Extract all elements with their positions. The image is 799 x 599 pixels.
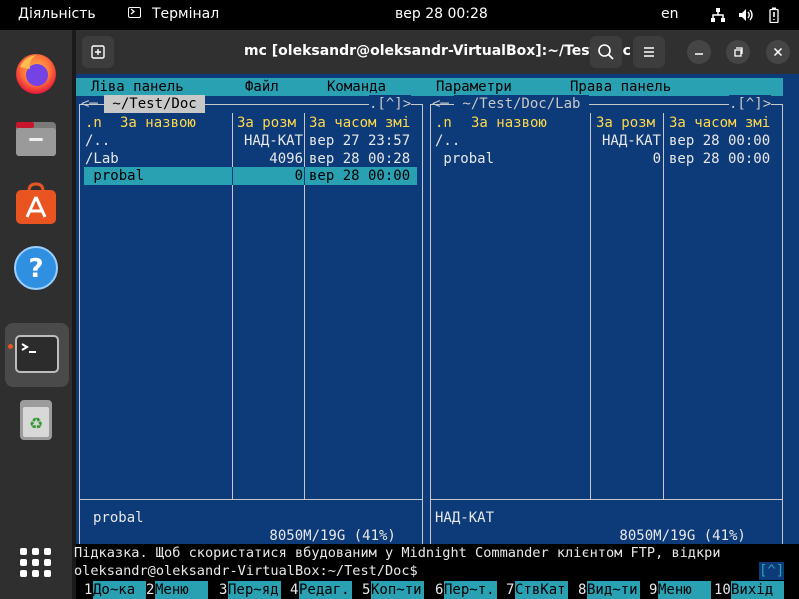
mc-menu-options[interactable]: Параметри [436, 78, 512, 96]
command-prompt[interactable]: oleksandr@oleksandr-VirtualBox:~/Test/Do… [74, 562, 418, 580]
mc-menu-command[interactable]: Команда [327, 78, 386, 96]
dock-files[interactable] [0, 106, 72, 170]
right-mini-divider [431, 499, 782, 500]
clock[interactable]: вер 28 00:28 [395, 6, 488, 22]
mc-menu-right-panel[interactable]: Права панель [570, 78, 671, 96]
dock-trash[interactable]: ♻ [0, 390, 72, 454]
app-center-icon [16, 182, 56, 224]
svg-text:♻: ♻ [29, 414, 43, 433]
file-name: /Lab [85, 151, 119, 167]
right-panel-frame [430, 104, 783, 571]
file-name: probal [85, 168, 145, 184]
right-mini-status: НАД-КАТ [435, 510, 495, 526]
right-col-size[interactable]: За розм [596, 114, 655, 132]
right-col-name[interactable]: За назвою [471, 114, 547, 132]
right-col-time[interactable]: За часом змі [669, 114, 770, 132]
file-size: 0 [652, 151, 661, 167]
file-time: вер 28 00:00 [669, 151, 771, 167]
file-name: /.. [85, 133, 111, 149]
left-panel-path[interactable]: ~/Test/Doc [104, 95, 206, 113]
terminal-app-icon [128, 7, 141, 18]
help-icon: ? [14, 246, 58, 290]
top-bar: Діяльність Термінал вер 28 00:28 en [0, 0, 799, 30]
file-name: probal [435, 151, 495, 167]
right-panel-history[interactable]: .[^]> [729, 95, 772, 113]
left-mini-status: probal [93, 510, 144, 526]
file-name: /.. [435, 133, 461, 149]
file-time: вер 28 00:28 [309, 151, 411, 167]
file-size: 4096 [269, 151, 303, 167]
dock-help[interactable]: ? [0, 236, 72, 300]
left-col-time[interactable]: За часом змі [309, 114, 410, 132]
right-col-divider-1 [590, 113, 591, 499]
right-col-n[interactable]: .n [435, 114, 452, 132]
right-col-divider-2 [663, 113, 664, 499]
left-disk-free: 8050M/19G (41%) [261, 527, 405, 545]
keyboard-layout-indicator[interactable]: en [661, 6, 679, 22]
file-size: НАД-КАТ [243, 133, 303, 149]
hint-line: Підказка. Щоб скористатися вбудованим у … [74, 545, 721, 561]
firefox-icon [16, 54, 56, 94]
file-size: НАД-КАТ [601, 133, 661, 149]
battery-icon[interactable] [766, 7, 782, 23]
show-apps-icon [20, 548, 51, 577]
terminal-icon [15, 335, 59, 373]
left-col-name[interactable]: За назвою [120, 114, 196, 132]
left-col-n[interactable]: .n [85, 114, 102, 132]
activities-button[interactable]: Діяльність [18, 6, 96, 22]
app-menu-label: Термінал [152, 6, 220, 22]
file-time: вер 27 23:57 [309, 133, 411, 149]
files-icon [16, 122, 56, 156]
dock-terminal[interactable] [5, 323, 69, 387]
terminal-window: mc [oleksandr@oleksandr-VirtualBox]:~/Te… [74, 30, 799, 599]
dock-firefox[interactable] [0, 41, 72, 105]
prompt-history-button[interactable]: [^] [759, 562, 785, 580]
network-icon[interactable] [710, 7, 726, 23]
terminal-body[interactable]: Ліва панель Файл Команда Параметри Права… [74, 30, 799, 599]
dock: ? ♻ [0, 30, 72, 599]
trash-icon: ♻ [20, 400, 52, 440]
left-corner-left: <─ [81, 96, 98, 112]
mc-menu-bar: Ліва панель Файл Команда Параметри Права… [76, 78, 783, 96]
mc-menu-left-panel[interactable]: Ліва панель [91, 78, 184, 96]
mc-menu-file[interactable]: Файл [245, 78, 279, 96]
table-row-selected[interactable]: probal 0 вер 28 00:00 [84, 167, 417, 185]
left-col-size[interactable]: За розм [237, 114, 296, 132]
right-corner-left: <─ [432, 96, 449, 112]
file-size: 0 [294, 168, 303, 184]
right-panel-path[interactable]: ~/Test/Doc/Lab [454, 95, 589, 113]
svg-text:?: ? [28, 254, 43, 284]
dock-show-apps[interactable] [0, 530, 72, 594]
file-time: вер 28 00:00 [309, 168, 411, 184]
dock-app-center[interactable] [0, 171, 72, 235]
function-key-bar: 1 До~ка 2 Меню 3 Пер~яд 4 Редаг. 5 Коп~ти 6 Пе… [76, 581, 799, 599]
left-panel-history[interactable]: .[^]> [369, 95, 412, 113]
volume-icon[interactable] [738, 7, 754, 23]
left-mini-divider [80, 499, 422, 500]
right-disk-free: 8050M/19G (41%) [611, 527, 755, 545]
file-time: вер 28 00:00 [669, 133, 771, 149]
